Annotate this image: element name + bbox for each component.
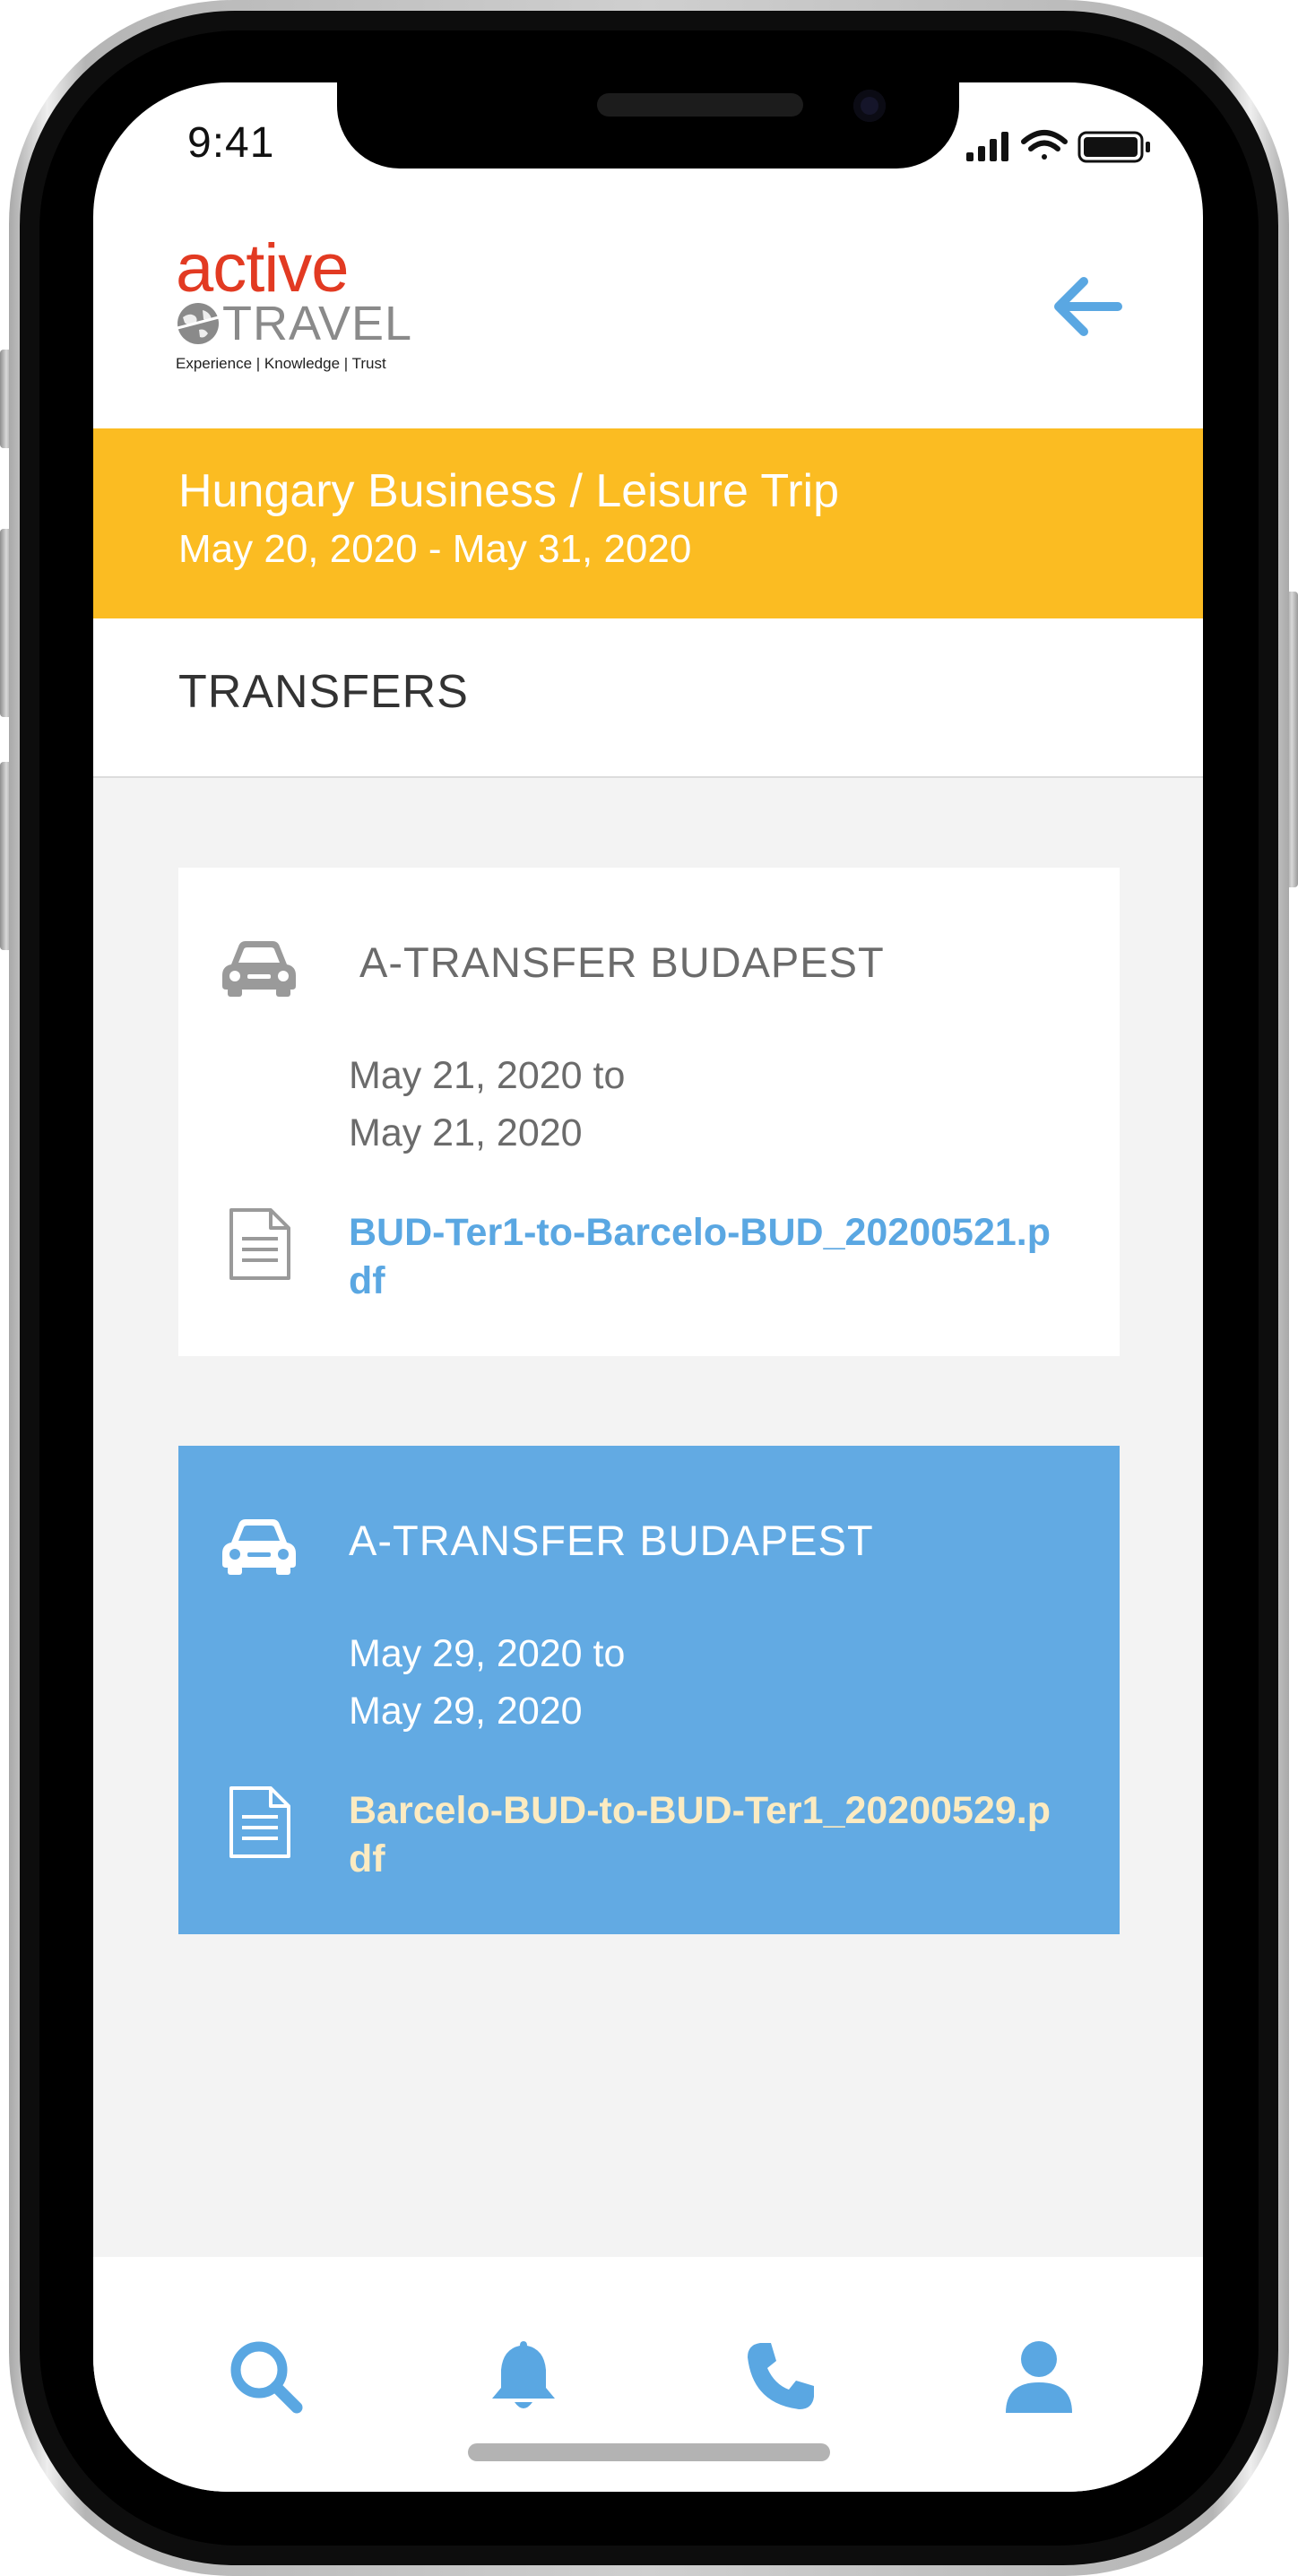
notch — [337, 82, 959, 169]
globe-icon — [177, 303, 220, 344]
front-camera — [853, 90, 886, 122]
transfers-list: A-TRANSFER BUDAPEST May 21, 2020 to May … — [93, 778, 1203, 2257]
arrow-left-icon[interactable] — [1048, 266, 1129, 347]
car-icon — [222, 1519, 296, 1575]
transfer-title: A-TRANSFER BUDAPEST — [349, 1517, 874, 1564]
status-icons — [966, 130, 1150, 163]
document-icon — [229, 1208, 290, 1280]
document-icon — [229, 1786, 290, 1858]
logo-tagline: Experience | Knowledge | Trust — [176, 355, 386, 372]
logo-word-active: active — [176, 230, 350, 307]
transfer-card-selected[interactable]: A-TRANSFER BUDAPEST May 29, 2020 to May … — [178, 1446, 1120, 1934]
search-icon[interactable] — [225, 2336, 306, 2416]
battery-icon — [1077, 131, 1150, 163]
transfer-title: A-TRANSFER BUDAPEST — [359, 938, 885, 986]
home-indicator[interactable] — [468, 2443, 830, 2461]
section-title: TRANSFERS — [178, 666, 469, 718]
bell-icon[interactable] — [483, 2336, 564, 2416]
user-icon[interactable] — [999, 2336, 1079, 2416]
wifi-icon — [1021, 130, 1068, 160]
phone-icon[interactable] — [740, 2336, 821, 2416]
transfer-card[interactable]: A-TRANSFER BUDAPEST May 21, 2020 to May … — [178, 868, 1120, 1356]
section-header: TRANSFERS — [93, 618, 1203, 778]
trip-dates: May 20, 2020 - May 31, 2020 — [178, 527, 692, 571]
car-icon — [222, 941, 296, 997]
transfer-date-to: May 21, 2020 — [349, 1111, 583, 1154]
app-screen: 9:41 active TRAVEL Experience | Knowledg… — [93, 82, 1203, 2492]
transfer-file-link[interactable]: BUD-Ter1-to-Barcelo-BUD_20200521.pdf — [349, 1208, 1066, 1305]
active-travel-logo: active TRAVEL Experience | Knowledge | T… — [176, 230, 413, 378]
trip-title: Hungary Business / Leisure Trip — [178, 465, 840, 517]
transfer-file-link[interactable]: Barcelo-BUD-to-BUD-Ter1_20200529.pdf — [349, 1786, 1066, 1883]
transfer-date-to: May 29, 2020 — [349, 1690, 583, 1733]
earpiece-speaker — [597, 93, 803, 117]
transfer-date-from: May 21, 2020 to — [349, 1054, 626, 1097]
transfer-date-from: May 29, 2020 to — [349, 1632, 626, 1675]
signal-icon — [966, 132, 1008, 161]
trip-banner: Hungary Business / Leisure Trip May 20, … — [93, 428, 1203, 618]
logo-word-travel: TRAVEL — [222, 297, 413, 350]
status-time: 9:41 — [187, 119, 275, 167]
